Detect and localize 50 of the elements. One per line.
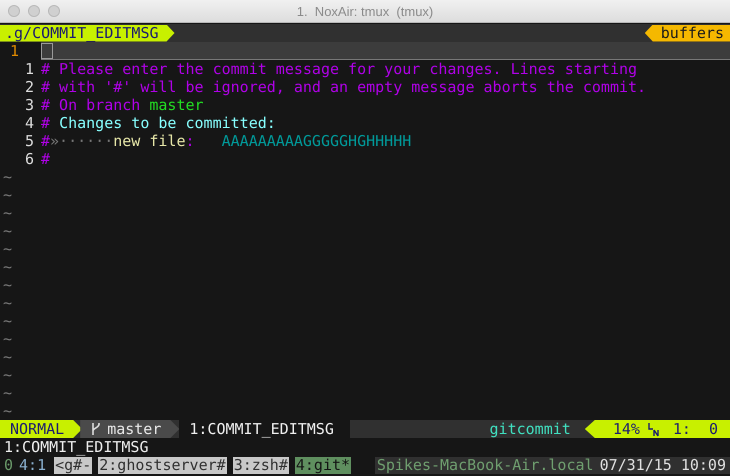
column-position: 0 (708, 420, 718, 438)
window-control-button[interactable] (28, 5, 40, 17)
mode-indicator: NORMAL (0, 420, 82, 438)
code-line: # Changes to be committed: (41, 114, 276, 132)
tmux-window-tab[interactable]: 2:ghostserver# (98, 456, 227, 474)
empty-line-marker: ~ (2, 240, 12, 258)
line-number: 6 (24, 150, 35, 168)
command-line: 1:COMMIT_EDITMSG (3, 438, 148, 456)
window-title: 1. NoxAir: tmux (tmux) (296, 4, 434, 18)
empty-line-marker: ~ (2, 168, 12, 186)
line-number: 1 (24, 60, 35, 78)
session-name: 0 (3, 456, 14, 474)
empty-line-marker: ~ (2, 348, 12, 366)
line-position: 1: (672, 420, 691, 438)
empty-line-marker: ~ (2, 402, 12, 420)
empty-line-marker: ~ (2, 186, 12, 204)
code-line: # Please enter the commit message for your changes. Lines starting (41, 60, 638, 78)
empty-line-marker: ~ (2, 294, 12, 312)
line-number: 3 (24, 96, 35, 114)
host-name: Spikes-MacBook-Air.local (374, 456, 600, 474)
line-number: 4 (24, 114, 35, 132)
empty-line-marker: ~ (2, 204, 12, 222)
empty-line-marker: ~ (2, 312, 12, 330)
pane-index: 4:1 (19, 456, 48, 474)
tmux-window-tab[interactable]: 3:zsh# (232, 456, 289, 474)
line-number: 5 (24, 132, 35, 150)
line-number: 1 (9, 42, 20, 60)
branch-name: master (107, 420, 162, 438)
code-line: #»······new file: AAAAAAAAAGGGGGHGHHHHH (41, 132, 412, 150)
branch-icon (90, 422, 102, 436)
code-line: # On branch master (41, 96, 204, 114)
code-line: # with '#' will be ignored, and an empty message aborts the commit. (41, 78, 646, 96)
date-time: 07/31/15 10:09 (600, 456, 730, 474)
window-control-button[interactable] (8, 5, 20, 17)
empty-line-marker: ~ (2, 276, 12, 294)
line-number: 2 (24, 78, 35, 96)
file-name: 1:COMMIT_EDITMSG (179, 420, 350, 438)
empty-line-marker: ~ (2, 258, 12, 276)
code-line: # (41, 150, 50, 168)
buffers-label: buffers (644, 24, 730, 42)
tmux-window-tab[interactable]: <g#- (54, 456, 92, 474)
percent-text: 14% (612, 420, 640, 438)
empty-line-marker: ~ (2, 366, 12, 384)
buffer-tab[interactable]: .g/COMMIT_EDITMSG (0, 24, 175, 42)
empty-line-marker: ~ (2, 222, 12, 240)
window-control-button[interactable] (48, 5, 60, 17)
tmux-window-tab[interactable]: 4:git* (294, 456, 352, 474)
line-number-icon (648, 422, 659, 436)
empty-line-marker: ~ (2, 384, 12, 402)
empty-line-marker: ~ (2, 330, 12, 348)
